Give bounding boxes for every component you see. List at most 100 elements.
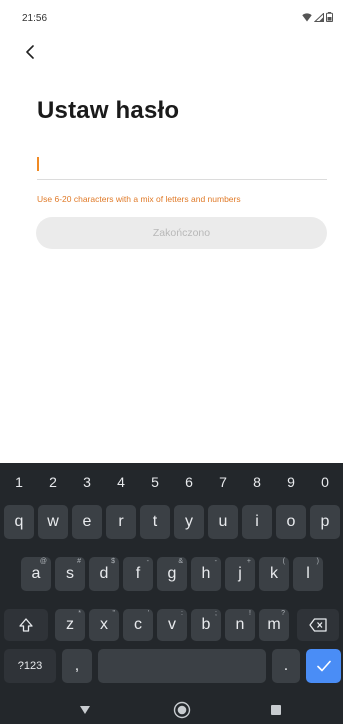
comma-key[interactable]: , xyxy=(62,649,92,683)
number-key-0-label: 0 xyxy=(321,474,329,490)
key-g-label: g xyxy=(167,565,177,582)
symbols-key[interactable]: ?123 xyxy=(4,649,56,683)
number-key-3-label: 3 xyxy=(83,474,91,490)
key-v-alt-label: : xyxy=(181,610,183,617)
wifi-icon xyxy=(302,12,312,21)
key-l-alt-label: ) xyxy=(316,558,319,565)
number-key-1[interactable]: 1 xyxy=(4,469,34,495)
key-d[interactable]: d $ xyxy=(89,557,119,591)
backspace-key[interactable] xyxy=(297,609,339,641)
key-o[interactable]: o xyxy=(276,505,306,539)
key-w-label: w xyxy=(47,513,59,530)
page-title: Ustaw hasło xyxy=(37,97,180,124)
number-key-4[interactable]: 4 xyxy=(106,469,136,495)
key-q[interactable]: q xyxy=(4,505,34,539)
key-j-alt-label: + xyxy=(246,558,251,565)
number-key-3[interactable]: 3 xyxy=(72,469,102,495)
nav-home-button[interactable] xyxy=(162,696,202,724)
key-y[interactable]: y xyxy=(174,505,204,539)
key-g[interactable]: g & xyxy=(157,557,187,591)
enter-key[interactable] xyxy=(306,649,341,683)
key-n-label: n xyxy=(235,616,245,633)
key-k[interactable]: k( xyxy=(259,557,289,591)
key-z-label: z xyxy=(66,616,74,633)
key-r-label: r xyxy=(118,513,124,530)
key-t[interactable]: t xyxy=(140,505,170,539)
number-key-0[interactable]: 0 xyxy=(310,469,340,495)
key-f-alt-label: - xyxy=(146,558,149,565)
navigation-bar xyxy=(0,696,343,724)
number-key-5[interactable]: 5 xyxy=(140,469,170,495)
status-icons xyxy=(302,12,333,22)
key-f-label: f xyxy=(135,565,141,582)
number-key-2-label: 2 xyxy=(49,474,57,490)
key-h[interactable]: h- xyxy=(191,557,221,591)
key-v-label: v xyxy=(168,616,176,633)
nav-back-triangle-icon xyxy=(80,706,90,714)
key-b[interactable]: b; xyxy=(191,609,221,641)
key-i-label: i xyxy=(255,513,259,530)
nav-home-circle-icon xyxy=(173,701,191,719)
key-j[interactable]: j + xyxy=(225,557,255,591)
key-g-alt-label: & xyxy=(178,558,183,565)
key-c[interactable]: c ' xyxy=(123,609,153,641)
checkmark-icon xyxy=(316,660,331,672)
number-key-7-label: 7 xyxy=(219,474,227,490)
nav-back-button[interactable] xyxy=(65,696,105,724)
key-w[interactable]: w xyxy=(38,505,68,539)
shift-key[interactable] xyxy=(4,609,48,641)
key-d-label: d xyxy=(99,565,109,582)
nav-recents-button[interactable] xyxy=(256,696,296,724)
key-e[interactable]: e xyxy=(72,505,102,539)
shift-icon xyxy=(19,618,33,632)
key-k-label: k xyxy=(270,565,278,582)
signal-icon xyxy=(314,12,324,22)
key-m[interactable]: m? xyxy=(259,609,289,641)
space-key[interactable] xyxy=(98,649,266,683)
key-k-alt-label: ( xyxy=(282,558,285,565)
key-a-alt-label: @ xyxy=(39,558,47,565)
status-time: 21:56 xyxy=(22,13,48,24)
key-v[interactable]: v: xyxy=(157,609,187,641)
backspace-icon xyxy=(309,618,327,632)
key-y-label: y xyxy=(185,513,193,530)
number-key-9-label: 9 xyxy=(287,474,295,490)
key-x[interactable]: x " xyxy=(89,609,119,641)
key-n[interactable]: n! xyxy=(225,609,255,641)
key-r[interactable]: r xyxy=(106,505,136,539)
key-l[interactable]: l) xyxy=(293,557,323,591)
key-d-alt-label: $ xyxy=(111,558,115,565)
number-key-1-label: 1 xyxy=(15,474,23,490)
key-a-label: a xyxy=(31,565,41,582)
number-key-8-label: 8 xyxy=(253,474,261,490)
number-key-7[interactable]: 7 xyxy=(208,469,238,495)
key-h-label: h xyxy=(201,565,211,582)
key-z-alt-label: * xyxy=(78,610,81,617)
key-f[interactable]: f- xyxy=(123,557,153,591)
done-button[interactable]: Zakończono xyxy=(36,217,327,249)
key-p[interactable]: p xyxy=(310,505,340,539)
password-input[interactable] xyxy=(37,150,327,180)
key-a[interactable]: a @ xyxy=(21,557,51,591)
number-key-9[interactable]: 9 xyxy=(276,469,306,495)
key-x-label: x xyxy=(100,616,108,633)
number-key-6[interactable]: 6 xyxy=(174,469,204,495)
number-key-6-label: 6 xyxy=(185,474,193,490)
key-z[interactable]: z * xyxy=(55,609,85,641)
key-n-alt-label: ! xyxy=(249,610,251,617)
nav-recents-square-icon xyxy=(271,705,281,715)
key-h-alt-label: - xyxy=(214,558,217,565)
number-key-2[interactable]: 2 xyxy=(38,469,68,495)
key-l-label: l xyxy=(306,565,310,582)
number-key-8[interactable]: 8 xyxy=(242,469,272,495)
period-key[interactable]: . xyxy=(272,649,300,683)
key-e-label: e xyxy=(82,513,92,530)
key-u[interactable]: u xyxy=(208,505,238,539)
back-button[interactable] xyxy=(18,40,42,64)
key-i[interactable]: i xyxy=(242,505,272,539)
text-caret xyxy=(37,157,39,171)
key-s[interactable]: s # xyxy=(55,557,85,591)
key-b-alt-label: ; xyxy=(215,610,217,617)
keyboard: ?123 , . 1 2 3 4 5 6 7 8 9 0 q w e r t y u i o p a @ s # d $ f - g & h… xyxy=(0,463,343,696)
key-m-alt-label: ? xyxy=(281,610,285,617)
